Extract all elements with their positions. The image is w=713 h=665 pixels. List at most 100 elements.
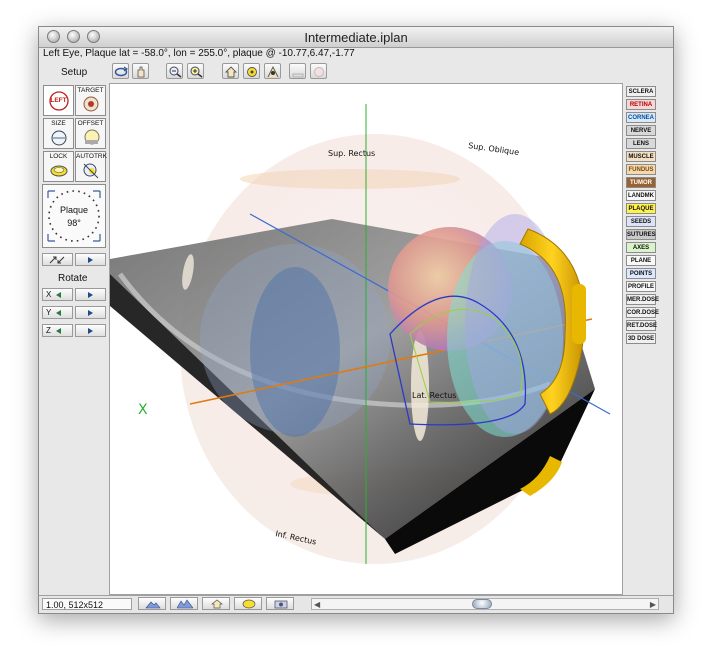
- 3d-eye-viewport[interactable]: Sup. Rectus Sup. Oblique Lat. Rectus Inf…: [109, 83, 623, 595]
- window-title: Intermediate.iplan: [304, 30, 408, 45]
- swap-arrows-icon: [49, 256, 65, 264]
- layer-toggle-nerve[interactable]: NERVE: [626, 125, 656, 136]
- sphere-disabled-icon: [314, 67, 324, 77]
- dial-ticks-icon: [47, 190, 101, 242]
- eye-view-icon: [267, 65, 279, 78]
- scroll-right-icon[interactable]: ▶: [650, 600, 656, 609]
- zoom-out-tool[interactable]: [166, 63, 183, 79]
- sup-rectus-muscle: [240, 169, 460, 189]
- rotate-y-minus-button[interactable]: Y: [42, 306, 73, 319]
- lat-rectus-label: Lat. Rectus: [412, 391, 456, 400]
- zoom-in-tool[interactable]: [187, 63, 204, 79]
- lock-button[interactable]: LOCK: [43, 151, 74, 182]
- left-arrow-icon: [56, 310, 61, 316]
- plaque-center-button[interactable]: [234, 597, 262, 610]
- sup-oblique-label: Sup. Oblique: [468, 141, 520, 157]
- layer-toggle-plane[interactable]: PLANE: [626, 255, 656, 266]
- rotate-x-plus-button[interactable]: [75, 288, 106, 301]
- layer-toggle-fundus[interactable]: FUNDUS: [626, 164, 656, 175]
- layer-toggle-ret-dose[interactable]: RET.DOSE: [626, 320, 657, 331]
- offset-button[interactable]: OFFSET: [75, 118, 106, 149]
- layer-toggle-sutures[interactable]: SUTURES: [626, 229, 656, 240]
- layer-toggle-cornea[interactable]: CORNEA: [626, 112, 656, 123]
- terrain-large-button[interactable]: [170, 597, 198, 610]
- layer-toggle-lens[interactable]: LENS: [626, 138, 656, 149]
- layer-toggle-3d-dose[interactable]: 3D DOSE: [626, 333, 656, 344]
- layer-toggle-muscle[interactable]: MUSCLE: [626, 151, 656, 162]
- rotate-z-label: Z: [46, 326, 51, 335]
- eye-side-button[interactable]: LEFT: [43, 85, 74, 116]
- right-arrow-icon: [88, 310, 93, 316]
- layer-toggle-retina[interactable]: RETINA: [626, 99, 656, 110]
- scroll-thumb[interactable]: [472, 599, 492, 609]
- home-icon: [224, 66, 238, 78]
- plaque-rotation-dial[interactable]: Plaque 98°: [42, 184, 106, 248]
- home-button[interactable]: [202, 597, 230, 610]
- left-arrow-icon: [56, 328, 61, 334]
- app-window: Intermediate.iplan Left Eye, Plaque lat …: [38, 26, 674, 614]
- autotrack-label: AUTOTRK: [76, 153, 107, 160]
- layer-toggle-tumor[interactable]: TUMOR: [626, 177, 656, 188]
- rotate-view-tool[interactable]: [112, 63, 129, 79]
- plaque-view-icon: [247, 67, 257, 77]
- zoom-out-icon: [169, 66, 182, 78]
- layer-toggle-cor-dose[interactable]: COR.DOSE: [626, 307, 659, 318]
- plaque-suture-eyelet: [572, 284, 586, 344]
- optic-nerve: [250, 267, 340, 437]
- autotrack-button[interactable]: AUTOTRK: [75, 151, 107, 182]
- layer-toggle-profile[interactable]: PROFILE: [626, 281, 656, 292]
- snapshot-button[interactable]: [266, 597, 294, 610]
- layer-toggle-mer-dose[interactable]: MER.DOSE: [626, 294, 659, 305]
- home-view-tool[interactable]: [222, 63, 239, 79]
- dial-name: Plaque: [59, 205, 89, 215]
- x-axis-label: X: [138, 402, 148, 418]
- rotate-y-plus-button[interactable]: [75, 306, 106, 319]
- zoom-readout: 1.00, 512x512: [42, 598, 132, 610]
- lock-icon: [50, 165, 68, 177]
- left-control-panel: LEFT TARGET SIZE OFFSET LOCK AUTOTRK Pla…: [39, 83, 109, 595]
- hand-tool[interactable]: [132, 63, 149, 79]
- rotate-x-label: X: [46, 290, 52, 299]
- rotate-label: Rotate: [58, 273, 88, 284]
- step-forward-button[interactable]: [75, 253, 106, 266]
- size-label: SIZE: [51, 120, 66, 127]
- right-arrow-icon: [88, 257, 93, 263]
- layer-toggle-points[interactable]: POINTS: [626, 268, 656, 279]
- hand-icon: [137, 66, 145, 78]
- rotate-view-icon: [114, 66, 128, 77]
- target-label: TARGET: [77, 87, 104, 94]
- layers-panel: SCLERA RETINA CORNEA NERVE LENS MUSCLE FUNDUS T…: [623, 83, 673, 595]
- plaque-status-text: Left Eye, Plaque lat = -58.0°, lon = 255…: [43, 48, 355, 59]
- rotate-x-minus-button[interactable]: X: [42, 288, 73, 301]
- rotate-z-plus-button[interactable]: [75, 324, 106, 337]
- offset-label: OFFSET: [77, 120, 104, 127]
- layer-toggle-seeds[interactable]: SEEDS: [626, 216, 656, 227]
- camera-icon: [274, 600, 288, 609]
- flat-plane-icon: [292, 73, 304, 78]
- title-bar: Intermediate.iplan: [39, 27, 673, 48]
- right-arrow-icon: [88, 292, 93, 298]
- small-mountain-icon: [145, 601, 161, 609]
- rotate-z-minus-button[interactable]: Z: [42, 324, 73, 337]
- eye-side-label: LEFT: [50, 97, 67, 104]
- terrain-small-button[interactable]: [138, 597, 166, 610]
- toolbar-disabled-button-1: [289, 63, 306, 79]
- reset-rotation-button[interactable]: [42, 253, 73, 266]
- layer-toggle-landmk[interactable]: LANDMK: [626, 190, 656, 201]
- layer-toggle-sclera[interactable]: SCLERA: [626, 86, 656, 97]
- scroll-left-icon[interactable]: ◀: [314, 600, 320, 609]
- layer-toggle-axes[interactable]: AXES: [626, 242, 656, 253]
- plaque-disc-icon: [242, 599, 256, 609]
- size-button[interactable]: SIZE: [43, 118, 74, 149]
- target-button[interactable]: TARGET: [75, 85, 106, 116]
- layer-toggle-plaque[interactable]: PLAQUE: [626, 203, 656, 214]
- autotrack-icon: [83, 163, 99, 179]
- eye-view-tool[interactable]: [264, 63, 281, 79]
- horizontal-scrollbar[interactable]: ◀ ▶: [311, 598, 659, 610]
- zoom-in-icon: [190, 66, 203, 78]
- toolbar-disabled-button-2: [310, 63, 327, 79]
- left-arrow-icon: [56, 292, 61, 298]
- right-arrow-icon: [88, 328, 93, 334]
- plaque-view-tool[interactable]: [243, 63, 260, 79]
- dial-value: 98°: [67, 218, 81, 228]
